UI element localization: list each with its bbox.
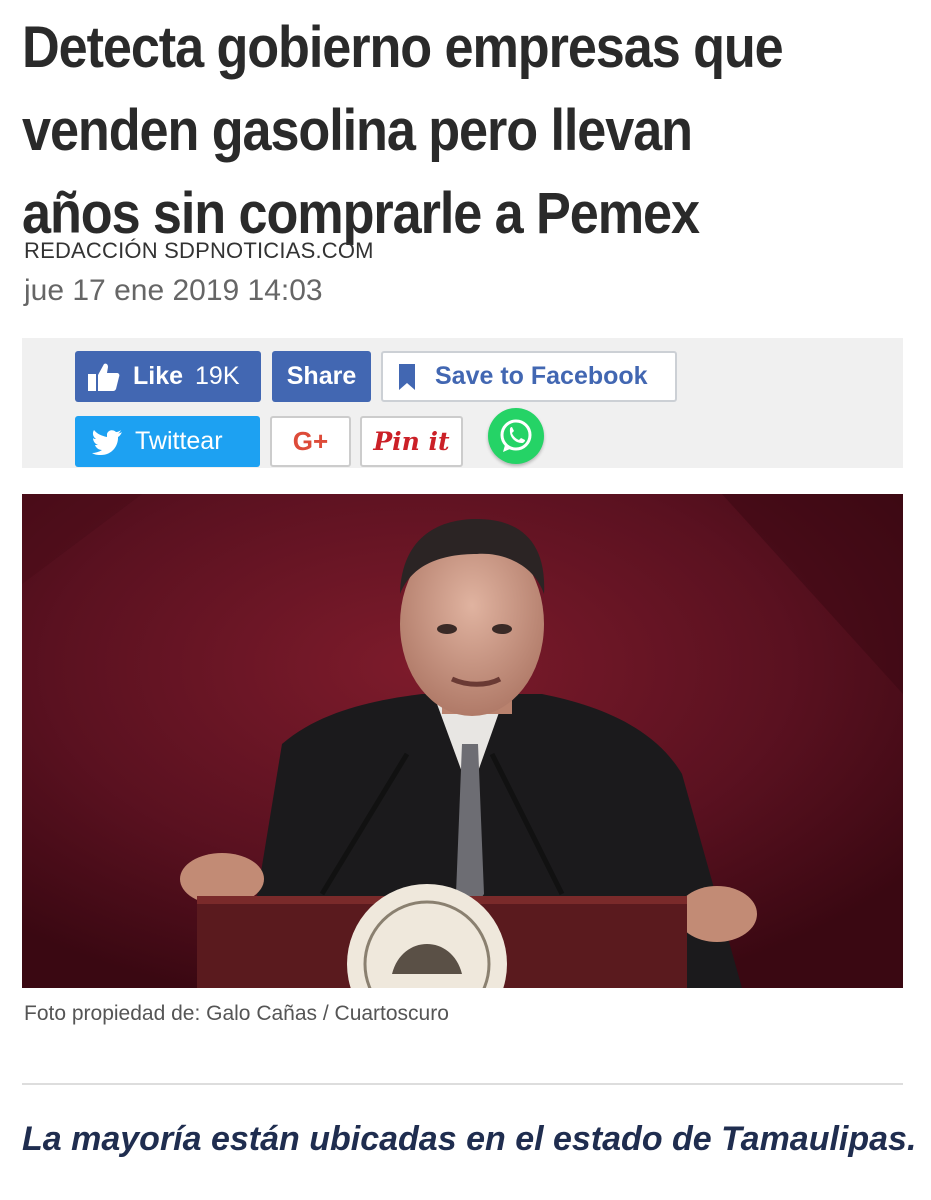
article-date: jue 17 ene 2019 14:03	[24, 274, 323, 307]
facebook-like-button[interactable]: Like 19K	[75, 351, 261, 402]
thumbs-up-icon	[88, 363, 120, 391]
google-plus-button[interactable]: G+	[270, 416, 351, 467]
like-label: Like	[133, 362, 184, 390]
speaker-at-podium-image	[22, 494, 903, 988]
headline-line: Detecta gobierno empresas que	[22, 15, 784, 80]
section-divider	[22, 1083, 903, 1085]
pinterest-button[interactable]: Pin it	[360, 416, 463, 467]
article-summary: La mayoría están ubicadas en el estado d…	[22, 1120, 917, 1158]
save-label: Save to Facebook	[435, 362, 648, 390]
bookmark-icon	[399, 363, 415, 390]
article-headline: Detecta gobierno empresas que venden gas…	[22, 6, 913, 255]
like-count: 19K	[195, 362, 240, 390]
article-photo	[22, 494, 903, 988]
twitter-bird-icon	[92, 429, 122, 455]
photo-caption: Foto propiedad de: Galo Cañas / Cuartosc…	[24, 1002, 449, 1025]
twitter-label: Twittear	[135, 427, 223, 455]
whatsapp-button[interactable]	[488, 408, 544, 464]
save-to-facebook-button[interactable]: Save to Facebook	[381, 351, 677, 402]
twitter-button[interactable]: Twittear	[75, 416, 260, 467]
article-author: REDACCIÓN SDPNOTICIAS.COM	[24, 238, 374, 263]
whatsapp-icon	[500, 419, 532, 452]
facebook-share-button[interactable]: Share	[272, 351, 371, 402]
headline-line: venden gasolina pero llevan	[22, 98, 693, 163]
